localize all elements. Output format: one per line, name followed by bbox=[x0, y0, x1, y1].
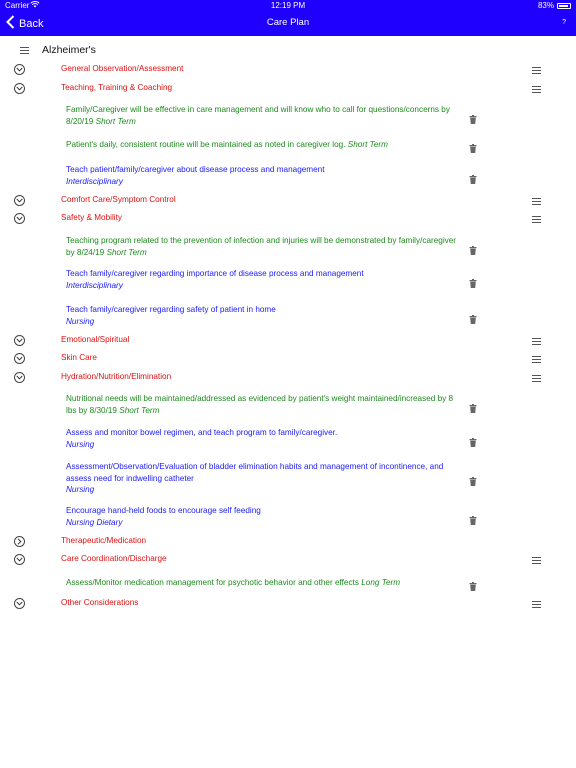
category-label[interactable]: Comfort Care/Symptom Control bbox=[61, 195, 176, 204]
chevron-down-circle-icon[interactable] bbox=[14, 353, 25, 364]
reorder-icon[interactable] bbox=[532, 375, 542, 382]
chevron-down-circle-icon[interactable] bbox=[14, 554, 25, 565]
chevron-down-circle-icon[interactable] bbox=[14, 598, 25, 609]
reorder-icon[interactable] bbox=[532, 86, 542, 93]
item-discipline: Nursing bbox=[66, 485, 95, 494]
item-term: Short Term bbox=[95, 116, 136, 126]
category-row[interactable]: Care Coordination/Discharge bbox=[0, 554, 576, 566]
status-bar: Carrier 12:19 PM 83% bbox=[0, 0, 576, 12]
menu-icon[interactable] bbox=[20, 47, 29, 54]
chevron-down-circle-icon[interactable] bbox=[14, 335, 25, 346]
item-description: Encourage hand-held foods to encourage s… bbox=[66, 506, 261, 515]
category-row[interactable]: Safety & Mobility bbox=[0, 213, 576, 225]
chevron-down-circle-icon[interactable] bbox=[14, 83, 25, 94]
plan-header: Alzheimer's bbox=[0, 42, 576, 60]
item-discipline: Nursing bbox=[66, 316, 95, 326]
item-text: Encourage hand-held foods to encourage s… bbox=[66, 505, 462, 528]
item-description: Assess/Monitor medication management for… bbox=[66, 578, 359, 587]
trash-icon[interactable] bbox=[469, 434, 477, 452]
trash-icon[interactable] bbox=[469, 171, 477, 189]
battery-percent: 83% bbox=[537, 1, 554, 10]
reorder-icon[interactable] bbox=[532, 216, 542, 223]
chevron-down-circle-icon[interactable] bbox=[14, 213, 25, 224]
category-row[interactable]: Therapeutic/Medication bbox=[0, 536, 576, 548]
trash-icon[interactable] bbox=[469, 242, 477, 260]
chevron-down-circle-icon[interactable] bbox=[14, 64, 25, 75]
item-description: Patient's daily, consistent routine will… bbox=[66, 140, 346, 149]
item-term: Short Term bbox=[347, 140, 388, 149]
item-text: Family/Caregiver will be effective in ca… bbox=[66, 104, 462, 127]
page-title: Care Plan bbox=[266, 17, 310, 28]
trash-icon[interactable] bbox=[469, 473, 477, 491]
category-row[interactable]: Emotional/Spiritual bbox=[0, 335, 576, 347]
category-label[interactable]: Care Coordination/Discharge bbox=[61, 554, 167, 563]
trash-icon[interactable] bbox=[469, 578, 477, 596]
reorder-icon[interactable] bbox=[532, 601, 542, 608]
trash-icon[interactable] bbox=[469, 111, 477, 129]
item-text: Nutritional needs will be maintained/add… bbox=[66, 393, 462, 416]
category-label[interactable]: Other Considerations bbox=[61, 598, 138, 607]
item-discipline: Interdisciplinary bbox=[66, 176, 123, 186]
item-text: Teach family/caregiver regarding safety … bbox=[66, 304, 462, 327]
category-label[interactable]: Safety & Mobility bbox=[61, 213, 122, 222]
item-text: Teach family/caregiver regarding importa… bbox=[66, 268, 462, 291]
item-description: Teach family/caregiver regarding importa… bbox=[66, 269, 364, 278]
item-text: Assess and monitor bowel regimen, and te… bbox=[66, 427, 462, 450]
item-term: Short Term bbox=[106, 247, 147, 257]
category-label[interactable]: Emotional/Spiritual bbox=[61, 335, 129, 344]
item-term: Short Term bbox=[119, 405, 160, 415]
item-description: Teach patient/family/caregiver about dis… bbox=[66, 165, 325, 174]
category-row[interactable]: Teaching, Training & Coaching bbox=[0, 83, 576, 95]
reorder-icon[interactable] bbox=[532, 338, 542, 345]
reorder-icon[interactable] bbox=[532, 557, 542, 564]
category-label[interactable]: Teaching, Training & Coaching bbox=[61, 83, 172, 92]
trash-icon[interactable] bbox=[469, 512, 477, 530]
reorder-icon[interactable] bbox=[532, 198, 542, 205]
item-term: Long Term bbox=[361, 578, 401, 587]
battery-icon bbox=[557, 3, 571, 9]
trash-icon[interactable] bbox=[469, 311, 477, 329]
category-row[interactable]: Skin Care bbox=[0, 353, 576, 365]
chevron-down-circle-icon[interactable] bbox=[14, 195, 25, 206]
reorder-icon[interactable] bbox=[532, 67, 542, 74]
clock: 12:19 PM bbox=[270, 1, 306, 10]
item-description: Assess and monitor bowel regimen, and te… bbox=[66, 428, 338, 437]
trash-icon[interactable] bbox=[469, 400, 477, 418]
navigation-bar: Back Care Plan ? bbox=[0, 12, 576, 36]
category-row[interactable]: General Observation/Assessment bbox=[0, 64, 576, 76]
item-discipline: Nursing bbox=[66, 439, 95, 449]
item-discipline: Nursing Dietary bbox=[66, 517, 123, 527]
item-text: Teaching program related to the preventi… bbox=[66, 235, 462, 258]
item-description: Teach family/caregiver regarding safety … bbox=[66, 305, 276, 314]
chevron-right-circle-icon[interactable] bbox=[14, 536, 25, 547]
category-row[interactable]: Hydration/Nutrition/Elimination bbox=[0, 372, 576, 384]
help-button[interactable]: ? bbox=[562, 19, 566, 26]
trash-icon[interactable] bbox=[469, 140, 477, 158]
chevron-down-circle-icon[interactable] bbox=[14, 372, 25, 383]
item-text: Patient's daily, consistent routine will… bbox=[66, 139, 462, 151]
item-text: Teach patient/family/caregiver about dis… bbox=[66, 164, 462, 187]
item-discipline: Interdisciplinary bbox=[66, 280, 123, 290]
trash-icon[interactable] bbox=[469, 275, 477, 293]
plan-title: Alzheimer's bbox=[42, 44, 96, 56]
category-label[interactable]: Hydration/Nutrition/Elimination bbox=[61, 372, 171, 381]
category-row[interactable]: Other Considerations bbox=[0, 598, 576, 610]
category-label[interactable]: General Observation/Assessment bbox=[61, 64, 183, 73]
item-description: Assessment/Observation/Evaluation of bla… bbox=[66, 462, 444, 483]
category-row[interactable]: Comfort Care/Symptom Control bbox=[0, 195, 576, 207]
category-label[interactable]: Skin Care bbox=[61, 353, 97, 362]
reorder-icon[interactable] bbox=[532, 356, 542, 363]
item-text: Assessment/Observation/Evaluation of bla… bbox=[66, 461, 462, 496]
item-text: Assess/Monitor medication management for… bbox=[66, 577, 462, 589]
category-label[interactable]: Therapeutic/Medication bbox=[61, 536, 146, 545]
